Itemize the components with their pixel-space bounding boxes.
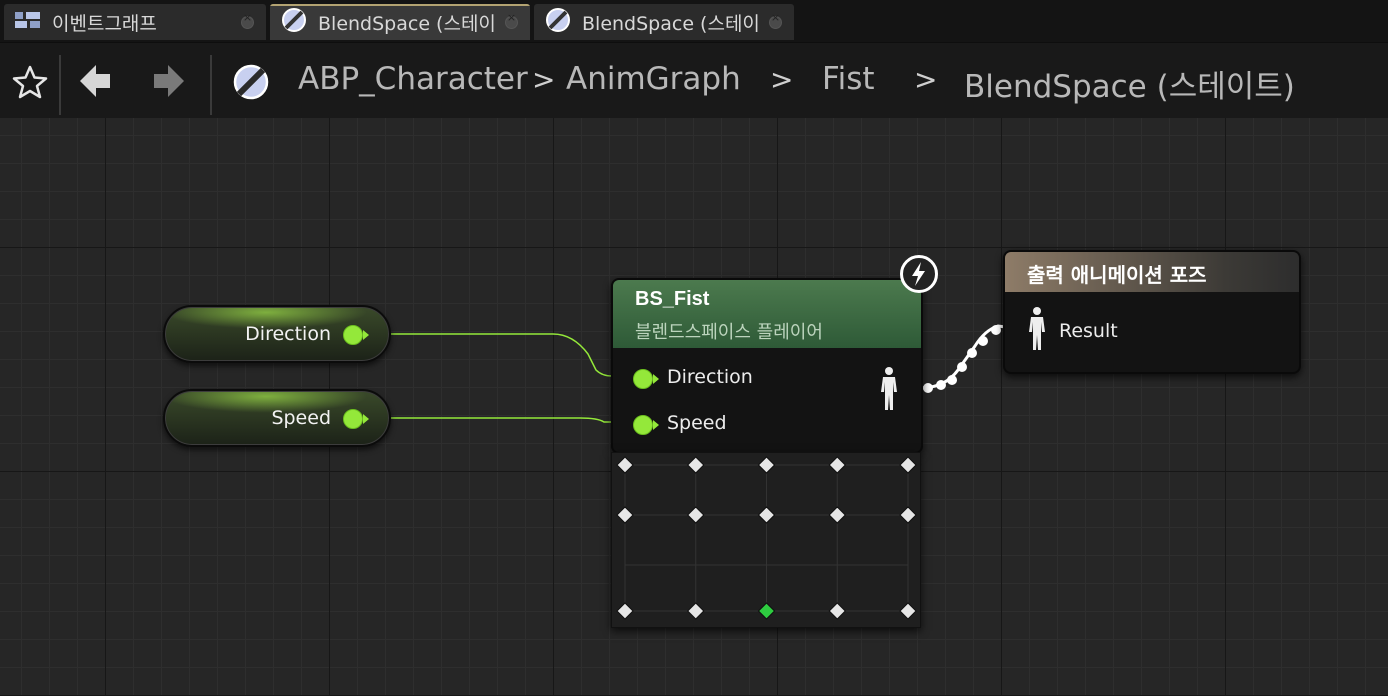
pin-label: Speed <box>667 412 727 434</box>
close-icon[interactable] <box>241 11 254 29</box>
back-arrow-icon[interactable] <box>78 63 112 103</box>
breadcrumb-item[interactable]: ABP_Character <box>298 61 528 97</box>
pose-input-pin-icon[interactable] <box>1027 306 1047 356</box>
node-title: 출력 애니메이션 포즈 <box>1027 263 1207 287</box>
variable-get-speed[interactable]: Speed <box>163 389 391 447</box>
divider <box>59 55 61 115</box>
favorite-star-icon[interactable] <box>12 65 48 103</box>
speed-input-pin[interactable] <box>633 415 659 435</box>
tab-event-graph[interactable]: 이벤트그래프 <box>4 4 266 40</box>
breadcrumb-item-current[interactable]: BlendSpace (스테이트) <box>964 61 1295 106</box>
pose-wire-bubbles <box>923 325 1001 393</box>
event-graph-icon <box>14 10 42 34</box>
pose-output-pin-icon[interactable] <box>879 366 899 416</box>
output-pose-node[interactable]: 출력 애니메이션 포즈 Result <box>1003 250 1301 374</box>
speed-wire <box>370 417 640 423</box>
blend-sample <box>828 456 846 474</box>
forward-arrow-icon[interactable] <box>152 63 186 103</box>
blendspace-sample-grid <box>616 456 917 620</box>
blend-sample <box>757 456 776 474</box>
node-title: BS_Fist <box>635 288 710 310</box>
blend-sample <box>616 602 634 620</box>
breadcrumb-item[interactable]: AnimGraph <box>566 61 741 97</box>
node-subtitle: 블렌드스페이스 플레이어 <box>635 322 823 343</box>
document-tab-bar: 이벤트그래프 BlendSpace (스테이 BlendSpace (스테이 <box>0 0 1388 42</box>
float-output-pin[interactable] <box>343 325 369 345</box>
node-header: 출력 애니메이션 포즈 <box>1005 252 1299 292</box>
blend-sample <box>757 506 776 524</box>
blend-sample <box>687 456 705 474</box>
blend-sample <box>687 602 705 620</box>
fast-path-lightning-icon <box>900 255 938 293</box>
node-header: BS_Fist 블렌드스페이스 플레이어 <box>613 280 921 348</box>
blendspace-icon <box>280 6 308 38</box>
variable-label: Direction <box>245 323 331 345</box>
blend-sample <box>899 456 917 474</box>
graph-navigation-bar: ABP_Character > AnimGraph > Fist > Blend… <box>0 42 1388 119</box>
anim-graph-canvas[interactable]: Direction Speed BS_Fist 블렌드스페이스 플레이어 Dir… <box>0 118 1388 696</box>
blend-sample <box>899 602 917 620</box>
blend-sample <box>899 506 917 524</box>
tab-label: BlendSpace (스테이 <box>582 12 758 35</box>
tab-blendspace-active[interactable]: BlendSpace (스테이 <box>270 4 530 40</box>
blendspace-player-node[interactable]: BS_Fist 블렌드스페이스 플레이어 Direction Speed <box>611 278 923 454</box>
pin-label: Direction <box>667 366 753 388</box>
blend-sample-active <box>757 602 776 620</box>
blend-sample <box>687 506 705 524</box>
blendspace-icon <box>544 6 572 38</box>
breadcrumb-separator: > <box>532 63 556 96</box>
blend-sample <box>616 506 634 524</box>
blend-sample <box>828 602 846 620</box>
breadcrumb-item[interactable]: Fist <box>822 61 875 97</box>
breadcrumb-separator: > <box>770 63 794 96</box>
blend-sample <box>616 456 634 474</box>
close-icon[interactable] <box>505 11 518 29</box>
breadcrumb-separator: > <box>914 63 938 96</box>
tab-label: 이벤트그래프 <box>52 12 157 35</box>
direction-wire <box>370 333 640 377</box>
variable-get-direction[interactable]: Direction <box>163 305 391 363</box>
variable-label: Speed <box>271 407 331 429</box>
blendspace-preview-grid <box>611 452 921 628</box>
direction-input-pin[interactable] <box>633 369 659 389</box>
blend-sample <box>828 506 846 524</box>
float-output-pin[interactable] <box>343 409 369 429</box>
tab-blendspace[interactable]: BlendSpace (스테이 <box>534 4 794 40</box>
divider <box>210 55 212 115</box>
close-icon[interactable] <box>769 11 782 29</box>
blendspace-icon <box>232 63 270 105</box>
tab-label: BlendSpace (스테이 <box>318 12 494 35</box>
pin-label: Result <box>1059 320 1118 342</box>
